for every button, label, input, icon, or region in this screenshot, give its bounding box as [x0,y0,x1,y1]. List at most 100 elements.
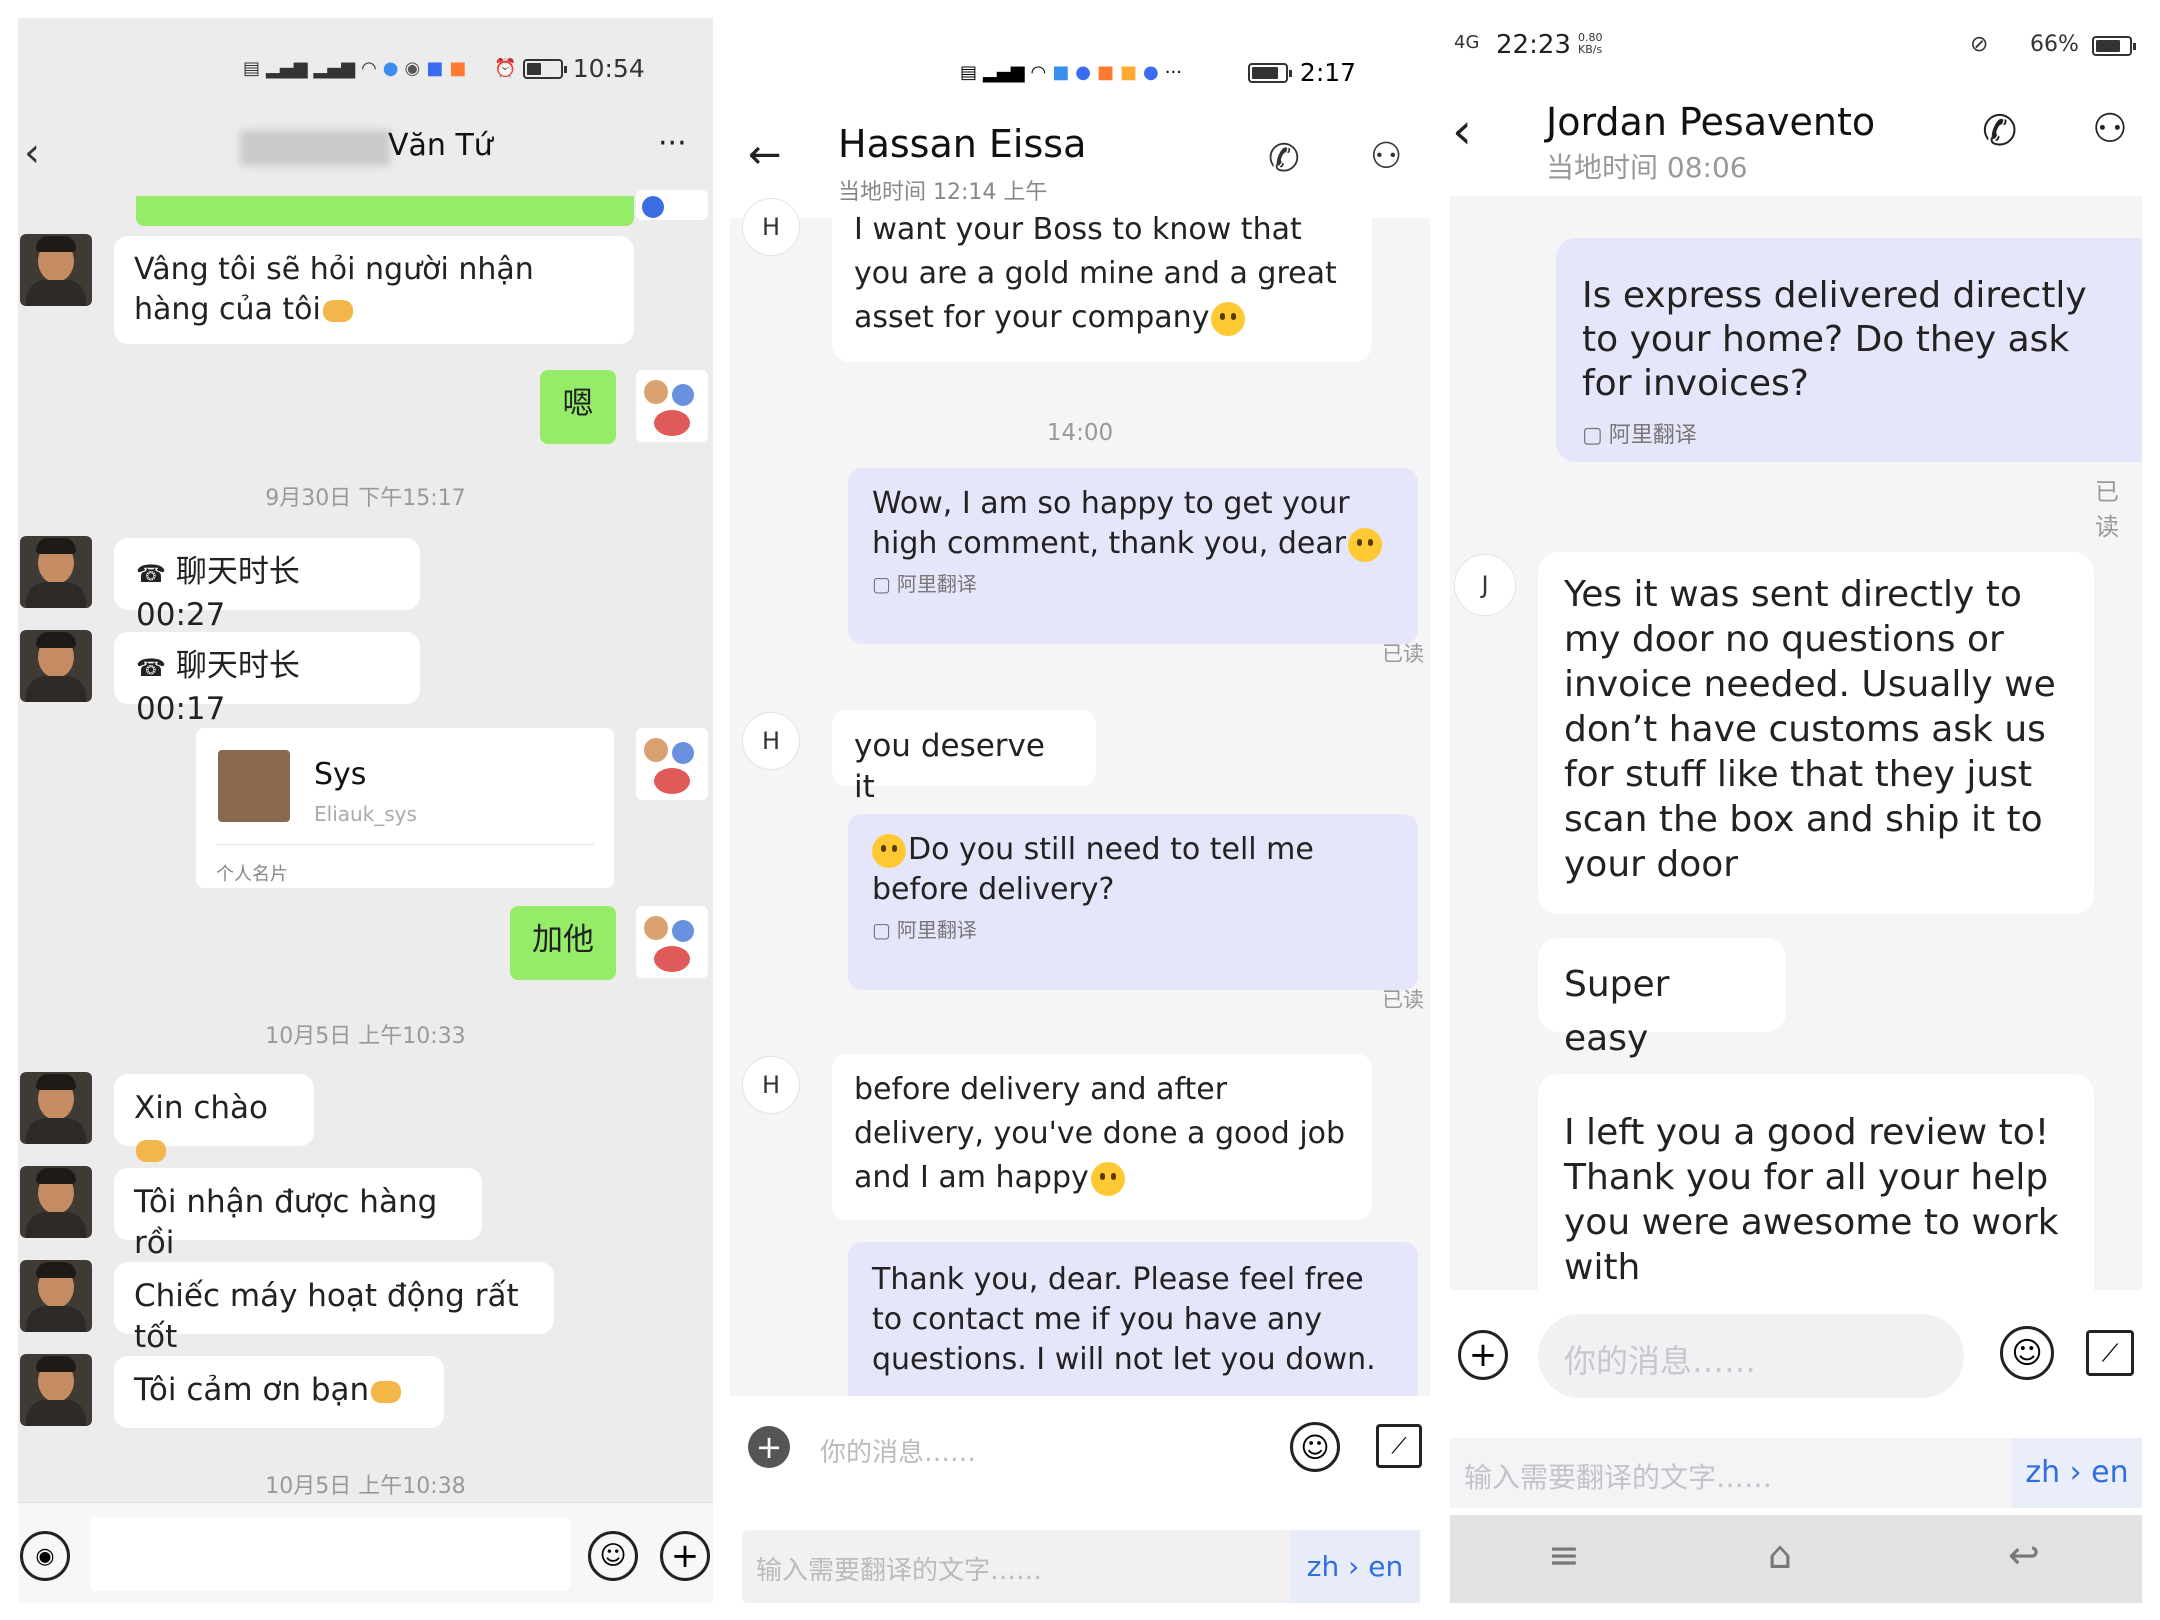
contact-avatar[interactable] [20,1072,92,1144]
language-toggle[interactable]: zh › en [1290,1530,1420,1603]
translate-input[interactable]: 输入需要翻译的文字…… [1464,1456,1772,1496]
contact-name: Jordan Pesavento [1546,100,1876,144]
status-time: 22:23 [1496,30,1571,60]
message-text: Yes it was sent directly to my door no q… [1564,574,2056,885]
add-icon[interactable]: + [660,1531,710,1581]
translation-tag: ▢ 阿里翻译 [1582,422,2116,450]
translate-input[interactable]: 输入需要翻译的文字…… [756,1550,1042,1587]
back-nav-icon[interactable]: ↩ [2008,1533,2040,1577]
app-icon-5: ● [1143,61,1159,83]
message-received: Tôi cảm ơn bạn [114,1356,444,1428]
contact-avatar[interactable] [20,1354,92,1426]
menu-icon[interactable]: ≡ [1548,1533,1580,1577]
status-icons: ▤ ▂▄▆ ▂▄▆ ◠ ● ◉ ■ ■ ⏰ 10:54 [243,56,645,81]
blurred-name [240,130,390,166]
contact-avatar[interactable] [20,234,92,306]
add-icon[interactable]: + [748,1426,790,1468]
message-received: you deserve it [832,710,1096,805]
message-input[interactable]: 你的消息…… [1564,1336,1756,1382]
back-icon[interactable]: ‹ [24,130,40,176]
message-text: Thank you, dear. Please feel free to con… [872,1262,1376,1377]
translation-tag: ▢ 阿里翻译 [872,916,1394,944]
profile-icon[interactable]: ⚇ [2092,106,2128,152]
status-icons: ▤ ▂▄▆ ◠ ■ ● ■ ■ ● ··· 2:17 [960,60,1356,85]
message-sent: Do you still need to tell me before deli… [848,814,1418,990]
add-icon[interactable]: + [1458,1330,1508,1380]
signal-icon: ▂▄▆ [983,61,1025,83]
translate-bar: 输入需要翻译的文字…… zh › en [742,1530,1420,1603]
message-received: I want your Boss to know that you are a … [832,204,1372,362]
chat-panel-hassan: ▤ ▂▄▆ ◠ ■ ● ■ ■ ● ··· 2:17 ← Hassan Eiss… [730,18,1430,1603]
dot-icon: ● [382,57,399,79]
message-text: 嗯 [562,386,594,422]
contact-avatar[interactable]: H [742,198,800,256]
message-received: before delivery and after delivery, you'… [832,1054,1372,1220]
message-input-box[interactable]: 你的消息…… [1538,1314,1964,1398]
divider [216,844,594,845]
emoji-icon[interactable]: ☺ [588,1531,638,1581]
smiling-emoji [1211,301,1246,336]
translation-label: 阿里翻译 [1608,423,1697,448]
translation-tag: ▢ 阿里翻译 [872,570,1394,598]
message-text: Super easy [1564,964,1670,1059]
self-avatar[interactable] [636,370,708,442]
call-record[interactable]: ☎ 聊天时长 00:17 [114,632,420,727]
app-icon: ■ [1052,61,1070,83]
handshake-emoji [322,299,353,322]
handshake-emoji [136,1139,166,1162]
contact-avatar[interactable]: H [742,712,800,770]
self-avatar[interactable] [636,728,708,800]
message-sent: Is express delivered directly to your ho… [1556,238,2142,462]
message-sent: 加他 [510,906,616,980]
phone-icon: ☎ [136,654,166,682]
emoji-icon[interactable]: ☺ [1290,1422,1340,1472]
input-bar: ◉ ☺ + [18,1502,713,1603]
read-status: 已读 [2095,478,2119,541]
status-time: 10:54 [572,54,645,83]
contact-name: Hassan Eissa [838,122,1087,166]
battery-percent: 66% [2030,32,2079,57]
message-sent: 嗯 [540,370,616,444]
image-icon[interactable]: ⟋ [2086,1330,2134,1376]
contact-avatar[interactable] [20,630,92,702]
wifi-icon: ◠ [1030,61,1047,83]
contact-card[interactable]: Sys Eliauk_sys 个人名片 [196,728,614,888]
image-icon[interactable]: ⟋ [1376,1424,1422,1468]
message-text: I left you a good review to! Thank you f… [1564,1112,2059,1288]
card-name: Sys [314,757,367,792]
wechat-panel: ▤ ▂▄▆ ▂▄▆ ◠ ● ◉ ■ ■ ⏰ 10:54 ‹ Văn Tứ ···… [18,18,713,1603]
app-icon-2: ■ [426,57,444,79]
message-input[interactable]: 你的消息…… [820,1432,976,1469]
language-toggle[interactable]: zh › en [2012,1438,2142,1508]
profile-icon[interactable]: ⚇ [1370,136,1402,177]
local-time: 当地时间 08:06 [1546,151,1748,184]
voice-input-icon[interactable]: ◉ [20,1531,70,1581]
contact-avatar[interactable]: H [742,1056,800,1114]
message-input[interactable] [90,1517,570,1591]
contact-avatar[interactable]: J [1454,554,1516,616]
back-arrow-icon[interactable]: ← [748,132,782,178]
app-icon-3: ■ [1097,61,1115,83]
battery-icon [522,58,567,79]
system-nav-bar: ≡ ⌂ ↩ [1450,1515,2142,1603]
timestamp: 14:00 [1046,420,1114,446]
header: ▤ ▂▄▆ ◠ ■ ● ■ ■ ● ··· 2:17 ← Hassan Eiss… [730,18,1430,218]
contact-avatar[interactable] [20,1166,92,1238]
call-icon[interactable]: ✆ [1268,136,1300,180]
emoji-icon[interactable]: ☺ [2000,1326,2054,1380]
card-label: 个人名片 [216,864,288,885]
contact-avatar[interactable] [20,536,92,608]
hd-icon: ▤ [960,61,978,83]
phone-icon: ☎ [136,560,166,588]
back-icon[interactable]: ‹ [1452,102,1472,160]
contact-avatar[interactable] [20,1260,92,1332]
home-icon[interactable]: ⌂ [1768,1533,1792,1577]
contact-name: Văn Tứ [388,128,493,163]
network-icon: 4G [1454,32,1480,53]
more-options-icon[interactable]: ··· [658,126,687,161]
signal-icon-2: ▂▄▆ [313,57,356,79]
self-avatar[interactable] [636,906,708,978]
message-text: Tôi cảm ơn bạn [134,1372,370,1408]
call-icon[interactable]: ✆ [1982,106,2017,155]
call-record[interactable]: ☎ 聊天时长 00:27 [114,538,420,633]
